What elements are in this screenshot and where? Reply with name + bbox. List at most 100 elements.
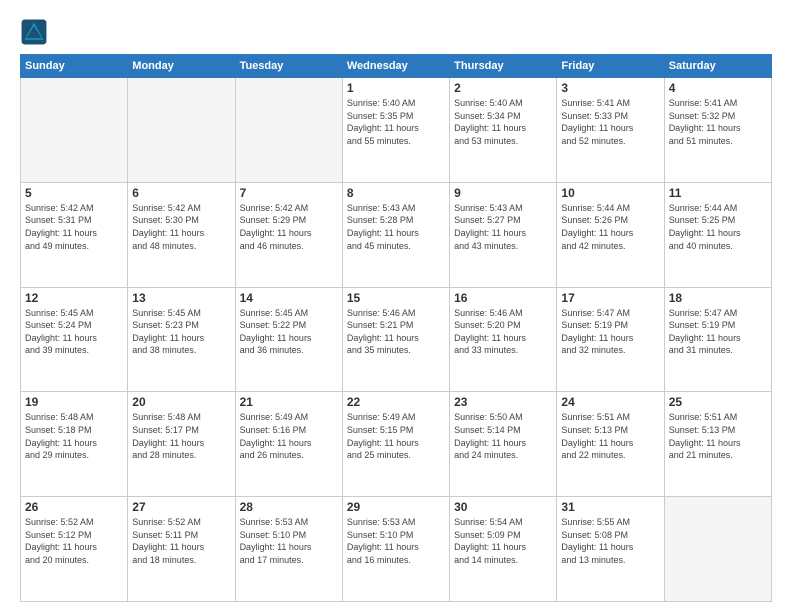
weekday-header-tuesday: Tuesday xyxy=(235,55,342,78)
day-info: Sunrise: 5:52 AM Sunset: 5:12 PM Dayligh… xyxy=(25,516,123,566)
day-number: 7 xyxy=(240,186,338,200)
day-number: 6 xyxy=(132,186,230,200)
day-cell: 4Sunrise: 5:41 AM Sunset: 5:32 PM Daylig… xyxy=(664,78,771,183)
day-cell: 24 Sunrise: 5:51 AM Sunset: 5:13 PM Dayli… xyxy=(557,392,664,497)
day-number: 13 xyxy=(132,291,230,305)
day-info: Sunrise: 5:46 AM Sunset: 5:21 PM Dayligh… xyxy=(347,307,445,357)
week-row-3: 19Sunrise: 5:48 AM Sunset: 5:18 PM Dayli… xyxy=(21,392,772,497)
day-info: Sunrise: 5:42 AM Sunset: 5:30 PM Dayligh… xyxy=(132,202,230,252)
page: SundayMondayTuesdayWednesdayThursdayFrid… xyxy=(0,0,792,612)
day-info: Sunrise: 5:52 AM Sunset: 5:11 PM Dayligh… xyxy=(132,516,230,566)
day-info: Sunrise: 5:42 AM Sunset: 5:29 PM Dayligh… xyxy=(240,202,338,252)
day-cell: 21 Sunrise: 5:49 AM Sunset: 5:16 PM Dayli… xyxy=(235,392,342,497)
day-info: Sunrise: 5:53 AM Sunset: 5:10 PM Dayligh… xyxy=(240,516,338,566)
logo xyxy=(20,18,52,46)
day-info: Sunrise: 5:43 AM Sunset: 5:28 PM Dayligh… xyxy=(347,202,445,252)
day-cell: 5 Sunrise: 5:42 AM Sunset: 5:31 PM Daylig… xyxy=(21,182,128,287)
day-info: Sunrise: 5:46 AM Sunset: 5:20 PM Dayligh… xyxy=(454,307,552,357)
day-cell: 8 Sunrise: 5:43 AM Sunset: 5:28 PM Daylig… xyxy=(342,182,449,287)
day-cell: 15 Sunrise: 5:46 AM Sunset: 5:21 PM Dayli… xyxy=(342,287,449,392)
day-cell: 25 Sunrise: 5:51 AM Sunset: 5:13 PM Dayli… xyxy=(664,392,771,497)
day-cell: 18 Sunrise: 5:47 AM Sunset: 5:19 PM Dayli… xyxy=(664,287,771,392)
day-info: Sunrise: 5:44 AM Sunset: 5:26 PM Dayligh… xyxy=(561,202,659,252)
day-number: 24 xyxy=(561,395,659,409)
day-cell: 3 Sunrise: 5:41 AM Sunset: 5:33 PM Daylig… xyxy=(557,78,664,183)
logo-icon xyxy=(20,18,48,46)
day-cell: 28 Sunrise: 5:53 AM Sunset: 5:10 PM Dayli… xyxy=(235,497,342,602)
day-cell xyxy=(128,78,235,183)
day-number: 5 xyxy=(25,186,123,200)
day-number: 14 xyxy=(240,291,338,305)
day-cell: 22 Sunrise: 5:49 AM Sunset: 5:15 PM Dayli… xyxy=(342,392,449,497)
day-cell: 14 Sunrise: 5:45 AM Sunset: 5:22 PM Dayli… xyxy=(235,287,342,392)
day-info: Sunrise: 5:40 AM Sunset: 5:34 PM Dayligh… xyxy=(454,97,552,147)
day-number: 29 xyxy=(347,500,445,514)
day-cell: 2 Sunrise: 5:40 AM Sunset: 5:34 PM Daylig… xyxy=(450,78,557,183)
day-info: Sunrise: 5:48 AM Sunset: 5:17 PM Dayligh… xyxy=(132,411,230,461)
day-number: 28 xyxy=(240,500,338,514)
week-row-4: 26Sunrise: 5:52 AM Sunset: 5:12 PM Dayli… xyxy=(21,497,772,602)
day-cell xyxy=(664,497,771,602)
day-info: Sunrise: 5:43 AM Sunset: 5:27 PM Dayligh… xyxy=(454,202,552,252)
day-cell: 13 Sunrise: 5:45 AM Sunset: 5:23 PM Dayli… xyxy=(128,287,235,392)
day-cell: 29 Sunrise: 5:53 AM Sunset: 5:10 PM Dayli… xyxy=(342,497,449,602)
weekday-header-saturday: Saturday xyxy=(664,55,771,78)
day-cell: 17Sunrise: 5:47 AM Sunset: 5:19 PM Dayli… xyxy=(557,287,664,392)
day-cell: 10Sunrise: 5:44 AM Sunset: 5:26 PM Dayli… xyxy=(557,182,664,287)
day-cell: 31Sunrise: 5:55 AM Sunset: 5:08 PM Dayli… xyxy=(557,497,664,602)
day-cell xyxy=(21,78,128,183)
day-cell: 11 Sunrise: 5:44 AM Sunset: 5:25 PM Dayli… xyxy=(664,182,771,287)
day-info: Sunrise: 5:50 AM Sunset: 5:14 PM Dayligh… xyxy=(454,411,552,461)
day-number: 23 xyxy=(454,395,552,409)
day-cell: 7 Sunrise: 5:42 AM Sunset: 5:29 PM Daylig… xyxy=(235,182,342,287)
day-info: Sunrise: 5:41 AM Sunset: 5:32 PM Dayligh… xyxy=(669,97,767,147)
day-info: Sunrise: 5:45 AM Sunset: 5:24 PM Dayligh… xyxy=(25,307,123,357)
day-cell: 27 Sunrise: 5:52 AM Sunset: 5:11 PM Dayli… xyxy=(128,497,235,602)
day-number: 21 xyxy=(240,395,338,409)
day-info: Sunrise: 5:40 AM Sunset: 5:35 PM Dayligh… xyxy=(347,97,445,147)
day-number: 27 xyxy=(132,500,230,514)
day-info: Sunrise: 5:54 AM Sunset: 5:09 PM Dayligh… xyxy=(454,516,552,566)
day-number: 22 xyxy=(347,395,445,409)
day-info: Sunrise: 5:44 AM Sunset: 5:25 PM Dayligh… xyxy=(669,202,767,252)
day-number: 2 xyxy=(454,81,552,95)
day-number: 20 xyxy=(132,395,230,409)
day-info: Sunrise: 5:45 AM Sunset: 5:23 PM Dayligh… xyxy=(132,307,230,357)
day-number: 16 xyxy=(454,291,552,305)
day-number: 25 xyxy=(669,395,767,409)
day-number: 11 xyxy=(669,186,767,200)
day-number: 3 xyxy=(561,81,659,95)
day-cell: 23 Sunrise: 5:50 AM Sunset: 5:14 PM Dayli… xyxy=(450,392,557,497)
weekday-header-row: SundayMondayTuesdayWednesdayThursdayFrid… xyxy=(21,55,772,78)
weekday-header-sunday: Sunday xyxy=(21,55,128,78)
day-info: Sunrise: 5:51 AM Sunset: 5:13 PM Dayligh… xyxy=(561,411,659,461)
day-cell: 20 Sunrise: 5:48 AM Sunset: 5:17 PM Dayli… xyxy=(128,392,235,497)
day-cell: 26Sunrise: 5:52 AM Sunset: 5:12 PM Dayli… xyxy=(21,497,128,602)
day-cell: 16 Sunrise: 5:46 AM Sunset: 5:20 PM Dayli… xyxy=(450,287,557,392)
day-info: Sunrise: 5:42 AM Sunset: 5:31 PM Dayligh… xyxy=(25,202,123,252)
day-info: Sunrise: 5:47 AM Sunset: 5:19 PM Dayligh… xyxy=(669,307,767,357)
weekday-header-friday: Friday xyxy=(557,55,664,78)
day-info: Sunrise: 5:41 AM Sunset: 5:33 PM Dayligh… xyxy=(561,97,659,147)
day-info: Sunrise: 5:49 AM Sunset: 5:16 PM Dayligh… xyxy=(240,411,338,461)
day-number: 9 xyxy=(454,186,552,200)
day-cell: 6 Sunrise: 5:42 AM Sunset: 5:30 PM Daylig… xyxy=(128,182,235,287)
day-info: Sunrise: 5:45 AM Sunset: 5:22 PM Dayligh… xyxy=(240,307,338,357)
day-cell xyxy=(235,78,342,183)
weekday-header-wednesday: Wednesday xyxy=(342,55,449,78)
day-number: 18 xyxy=(669,291,767,305)
day-number: 30 xyxy=(454,500,552,514)
weekday-header-thursday: Thursday xyxy=(450,55,557,78)
day-cell: 12 Sunrise: 5:45 AM Sunset: 5:24 PM Dayli… xyxy=(21,287,128,392)
day-number: 15 xyxy=(347,291,445,305)
day-info: Sunrise: 5:51 AM Sunset: 5:13 PM Dayligh… xyxy=(669,411,767,461)
day-number: 19 xyxy=(25,395,123,409)
day-number: 12 xyxy=(25,291,123,305)
day-info: Sunrise: 5:49 AM Sunset: 5:15 PM Dayligh… xyxy=(347,411,445,461)
day-number: 17 xyxy=(561,291,659,305)
day-cell: 30 Sunrise: 5:54 AM Sunset: 5:09 PM Dayli… xyxy=(450,497,557,602)
day-info: Sunrise: 5:53 AM Sunset: 5:10 PM Dayligh… xyxy=(347,516,445,566)
day-cell: 19Sunrise: 5:48 AM Sunset: 5:18 PM Dayli… xyxy=(21,392,128,497)
day-number: 8 xyxy=(347,186,445,200)
day-cell: 9 Sunrise: 5:43 AM Sunset: 5:27 PM Daylig… xyxy=(450,182,557,287)
